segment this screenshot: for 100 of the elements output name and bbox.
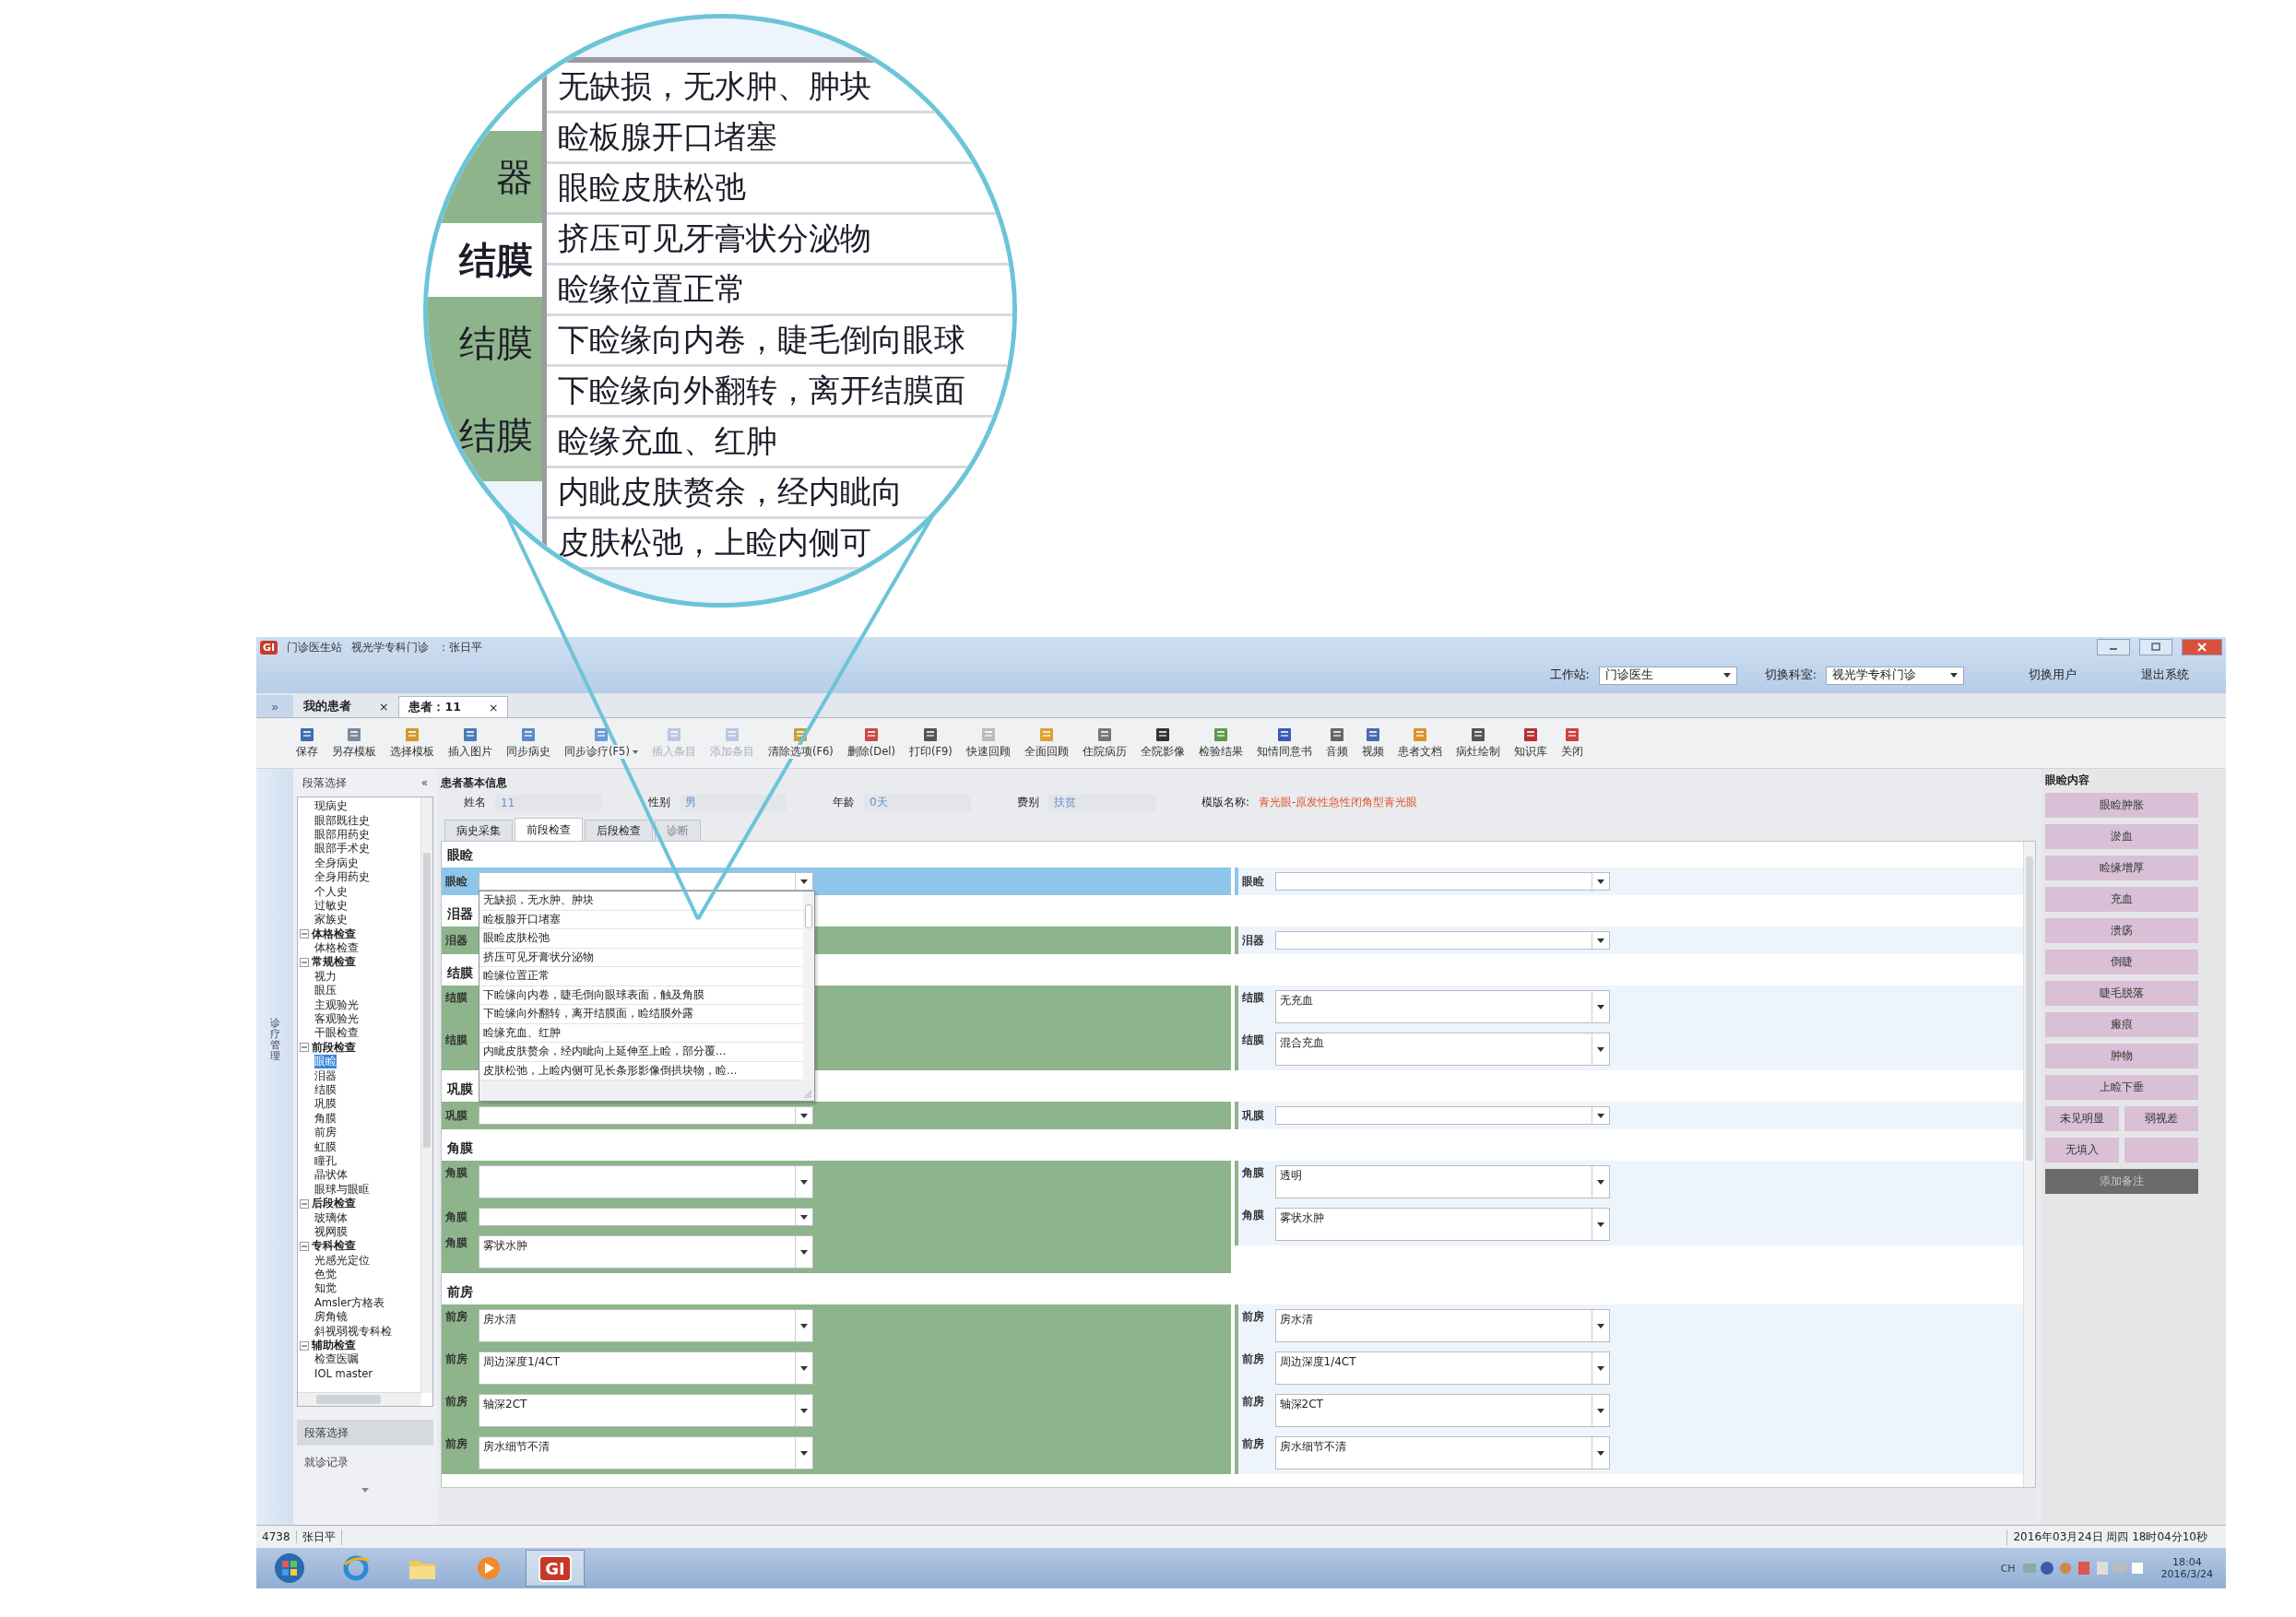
combo-field[interactable]	[479, 1165, 813, 1198]
tree-item[interactable]: 色觉	[314, 1268, 337, 1282]
combo-field[interactable]	[1274, 1106, 1610, 1125]
combo-field[interactable]: 雾状水肿	[1274, 1208, 1610, 1241]
combo-field[interactable]	[479, 1208, 813, 1226]
tree-item[interactable]: 眼部既往史	[314, 813, 370, 828]
option-button[interactable]: 上睑下垂	[2045, 1075, 2198, 1100]
tree-item[interactable]: 前房	[314, 1126, 337, 1140]
tree-item[interactable]: 虹膜	[314, 1139, 337, 1154]
resize-grip-icon[interactable]	[803, 1090, 812, 1099]
scrollbar[interactable]	[803, 891, 814, 1080]
toolbar-button[interactable]: 患者文档	[1394, 727, 1445, 759]
combo-field[interactable]: 无充血	[1274, 990, 1610, 1023]
tree-item[interactable]: 知觉	[314, 1281, 337, 1296]
combo-field[interactable]: 混合充血	[1274, 1033, 1610, 1066]
tree-item[interactable]: 房角镜	[314, 1310, 348, 1325]
dropdown-option[interactable]: 内眦皮肤赘余，经内眦向上延伸至上睑，部分覆…	[479, 1043, 803, 1062]
tree-item[interactable]: 专科检查	[312, 1239, 356, 1254]
combo-field[interactable]: 房水清	[479, 1309, 813, 1342]
form-tab[interactable]: 病史采集	[444, 820, 513, 841]
collapse-icon[interactable]	[300, 929, 309, 939]
toolbar-button[interactable]: 关闭	[1557, 727, 1586, 759]
option-button[interactable]: 睫毛脱落	[2045, 981, 2198, 1006]
tree-item[interactable]: 瞳孔	[314, 1153, 337, 1168]
toolbar-button[interactable]: 全面回顾	[1021, 727, 1071, 759]
combo-field[interactable]: 透明	[1274, 1165, 1610, 1198]
collapse-icon[interactable]	[300, 1241, 309, 1251]
tree-item[interactable]: 干眼检查	[314, 1026, 359, 1041]
toolbar-button[interactable]: 快速回顾	[963, 727, 1013, 759]
taskbar-item[interactable]: GI	[526, 1550, 585, 1587]
tab-close-button[interactable]: ×	[488, 700, 499, 714]
tree-item[interactable]: 眼压	[314, 984, 337, 998]
toolbar-button[interactable]: 删除(Del)	[844, 727, 898, 759]
option-button[interactable]: 倒睫	[2045, 950, 2198, 974]
dropdown-option[interactable]: 眼睑皮肤松弛	[479, 929, 803, 949]
combo-field[interactable]: 周边深度1/4CT	[479, 1351, 813, 1385]
dropdown-option[interactable]: 睑板腺开口堵塞	[479, 910, 803, 929]
tree-item[interactable]: 结膜	[314, 1083, 337, 1097]
tree-item[interactable]: 视力	[314, 969, 337, 984]
dropdown-option[interactable]: 下睑缘向外翻转，离开结膜面，睑结膜外露	[479, 1005, 803, 1024]
dropdown-option[interactable]: 睑缘位置正常	[479, 967, 803, 986]
collapse-icon[interactable]	[300, 958, 309, 967]
tree-item[interactable]: 体格检查	[314, 941, 359, 956]
option-button[interactable]: 无填入	[2045, 1138, 2119, 1163]
combo-field[interactable]: 房水清	[1274, 1309, 1610, 1342]
close-button[interactable]	[2182, 639, 2222, 655]
department-select[interactable]: 视光学专科门诊	[1826, 666, 1964, 685]
tree-item[interactable]: 现病史	[314, 799, 348, 814]
combo-field[interactable]	[1274, 872, 1610, 891]
option-button[interactable]: 弱视差	[2124, 1106, 2198, 1131]
nav-item[interactable]: 段落选择	[297, 1420, 433, 1446]
tree-item[interactable]: 全身病史	[314, 856, 359, 870]
collapse-button[interactable]: «	[420, 776, 428, 789]
combo-field[interactable]: 周边深度1/4CT	[1274, 1351, 1610, 1385]
tree-item[interactable]: 角膜	[314, 1111, 337, 1126]
tree-item[interactable]: 光感光定位	[314, 1253, 370, 1268]
toolbar-button[interactable]: 住院病历	[1079, 727, 1130, 759]
option-button[interactable]: 溃疡	[2045, 918, 2198, 943]
toolbar-button[interactable]: 知识库	[1510, 727, 1550, 759]
combo-field[interactable]: 房水细节不清	[479, 1436, 813, 1469]
combo-field[interactable]	[479, 1106, 813, 1125]
toolbar-button[interactable]: 清除选项(F6)	[764, 727, 836, 759]
scrollbar[interactable]	[298, 1392, 421, 1406]
tree-item[interactable]: 泪器	[314, 1068, 337, 1083]
combo-field[interactable]: 轴深2CT	[479, 1394, 813, 1427]
tray-icons-drawing[interactable]	[2022, 1560, 2143, 1576]
tree-item[interactable]: 眼部手术史	[314, 842, 370, 856]
scrollbar[interactable]	[420, 797, 432, 1393]
chevron-icon[interactable]	[361, 1488, 369, 1493]
toolbar-button[interactable]: 插入图片	[445, 727, 495, 759]
tree-item[interactable]: 全身用药史	[314, 870, 370, 885]
patient-tab[interactable]: 我的患者 ×	[293, 695, 399, 717]
tree-item[interactable]: 眼部用药史	[314, 827, 370, 842]
toolbar-button[interactable]: 另存模板	[329, 727, 379, 759]
collapse-icon[interactable]	[300, 1043, 309, 1053]
toolbar-button[interactable]: 同步病史	[503, 727, 553, 759]
tree-item[interactable]: 眼睑	[314, 1055, 337, 1069]
tree-item[interactable]: 检查医嘱	[314, 1352, 359, 1367]
toolbar-button[interactable]: 保存	[293, 727, 321, 759]
dropdown-option[interactable]: 无缺损，无水肿、肿块	[479, 891, 803, 911]
combo-field[interactable]: 轴深2CT	[1274, 1394, 1610, 1427]
header-link[interactable]: 退出系统	[2141, 667, 2189, 683]
tree-item[interactable]: 斜视弱视专科检	[314, 1324, 392, 1339]
option-button[interactable]: 充血	[2045, 887, 2198, 912]
workstation-select[interactable]: 门诊医生	[1598, 666, 1737, 685]
option-button[interactable]: 未见明显	[2045, 1106, 2119, 1131]
combo-field[interactable]	[1274, 931, 1610, 950]
combo-field[interactable]: 雾状水肿	[479, 1235, 813, 1269]
minimize-button[interactable]	[2097, 639, 2130, 655]
tree-item[interactable]: 辅助检查	[312, 1339, 356, 1353]
tree-item[interactable]: 家族史	[314, 913, 348, 927]
option-button[interactable]: 瘢痕	[2045, 1012, 2198, 1037]
toolbar-button[interactable]: 检验结果	[1195, 727, 1246, 759]
toolbar-button[interactable]: 知情同意书	[1253, 727, 1315, 759]
tab-close-button[interactable]: ×	[379, 699, 389, 714]
toolbar-button[interactable]: 同步诊疗(F5)	[562, 727, 641, 759]
expand-button[interactable]: »	[256, 695, 293, 717]
tree-item[interactable]: 客观验光	[314, 1012, 359, 1027]
combo-field[interactable]: 房水细节不清	[1274, 1436, 1610, 1469]
tree-item[interactable]: 眼球与眼眶	[314, 1182, 370, 1197]
